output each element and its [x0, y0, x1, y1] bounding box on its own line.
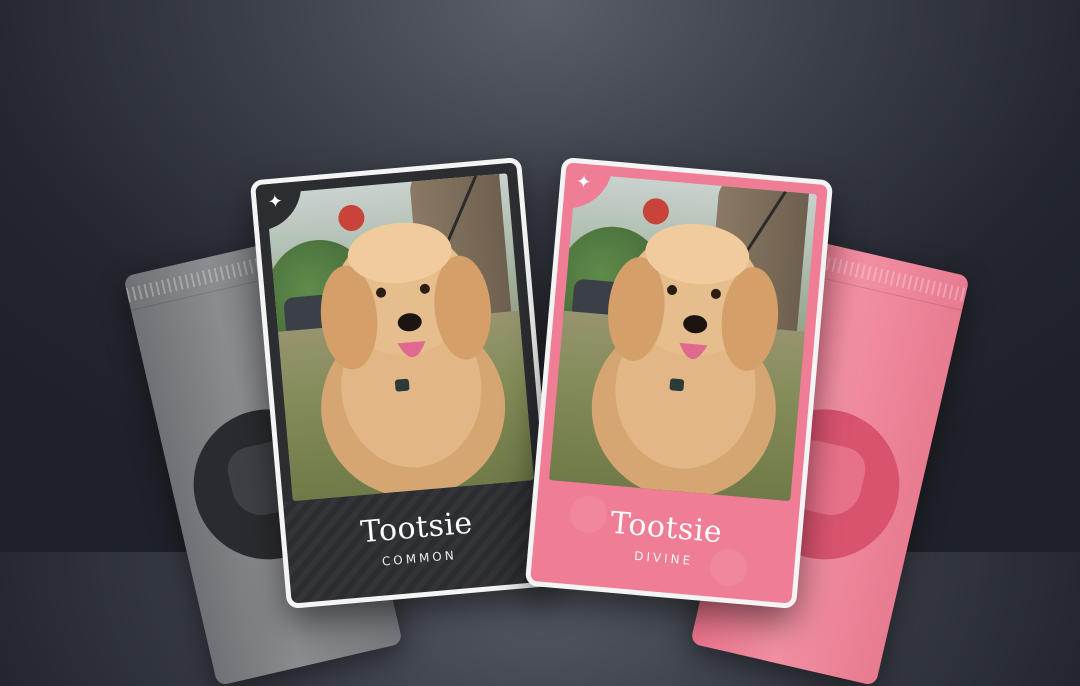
- dog-illustration: [591, 223, 779, 499]
- card-footer: Tootsie COMMON: [282, 479, 553, 604]
- card-pack-showcase: ✦ Tootsie COMMON ✦ Tootsie DIVINE: [0, 0, 1080, 686]
- sparkle-icon: ✦: [575, 171, 593, 194]
- dog-photo: [266, 173, 534, 502]
- sparkle-icon: ✦: [266, 190, 284, 214]
- pet-card-common[interactable]: ✦ Tootsie COMMON: [249, 156, 559, 610]
- card-footer: Tootsie DIVINE: [530, 479, 801, 604]
- pet-card-divine[interactable]: ✦ Tootsie DIVINE: [524, 156, 834, 610]
- dog-illustration: [320, 222, 506, 498]
- dog-photo: [549, 173, 817, 502]
